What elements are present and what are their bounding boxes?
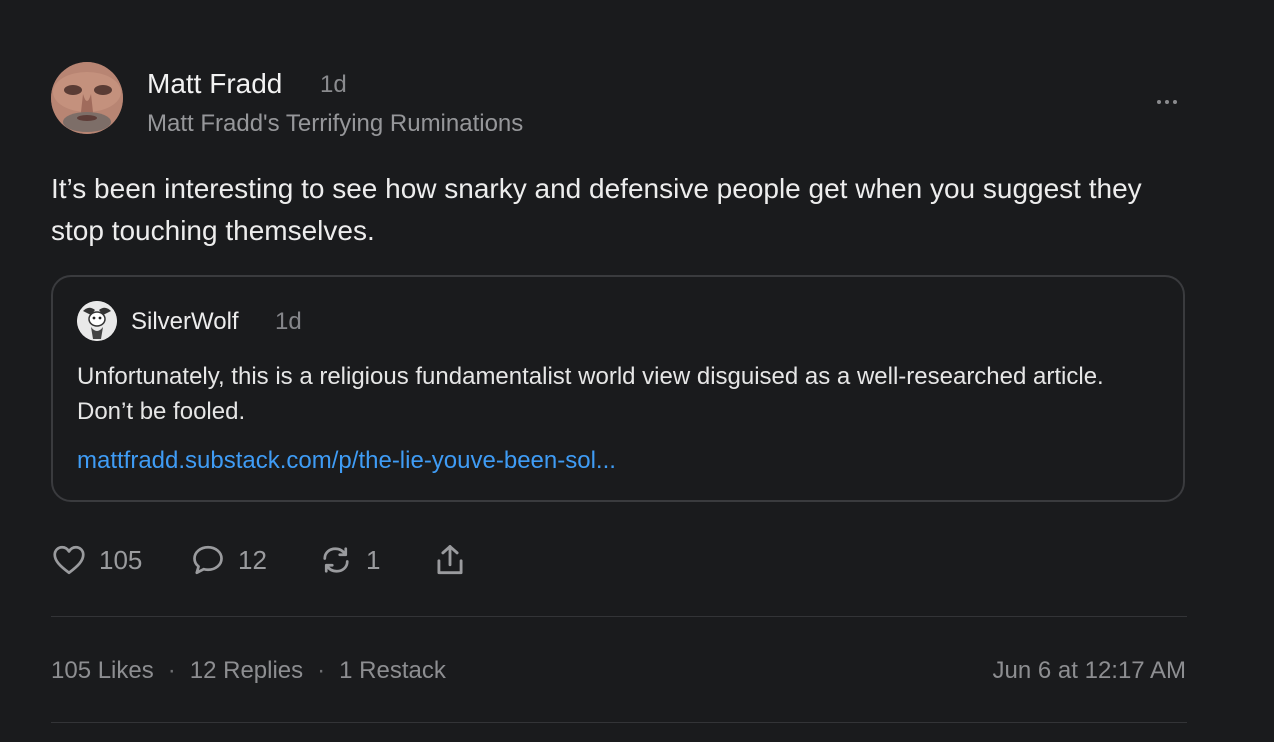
quote-author-avatar[interactable] [77,301,117,341]
likes-stat[interactable]: 105 Likes [51,654,154,688]
reply-count: 12 [238,544,267,575]
restacks-stat[interactable]: 1 Restack [339,654,446,688]
more-horizontal-icon-dot [1173,100,1177,104]
like-button[interactable]: 105 [51,540,142,580]
quote-article-link[interactable]: mattfradd.substack.com/p/the-lie-youve-b… [77,445,616,477]
stat-separator: · [167,657,176,684]
more-options-button[interactable] [1149,90,1185,114]
more-horizontal-icon-dot [1165,100,1169,104]
reply-button[interactable]: 12 [190,540,267,580]
share-button[interactable] [431,540,469,580]
publication-name[interactable]: Matt Fradd's Terrifying Ruminations [147,108,523,140]
share-icon [437,545,463,575]
comment-icon [193,545,223,575]
quote-author-name[interactable]: SilverWolf [131,307,239,337]
quote-time[interactable]: 1d [275,307,302,337]
restack-count: 1 [366,544,381,575]
divider [51,616,1187,617]
author-name[interactable]: Matt Fradd [147,66,282,102]
quote-body: Unfortunately, this is a religious funda… [77,363,1104,425]
engagement-stats: 105 Likes · 12 Replies · 1 Restack [51,654,446,688]
note-page: Matt Fradd 1d Matt Fradd's Terrifying Ru… [0,0,1274,742]
wolf-avatar-icon [77,301,117,341]
post-time[interactable]: 1d [320,70,347,100]
author-photo [51,62,123,134]
divider [51,722,1187,723]
author-avatar[interactable] [51,62,123,134]
post-body: It’s been interesting to see how snarky … [51,173,1142,246]
replies-stat[interactable]: 12 Replies [190,654,303,688]
more-horizontal-icon [1157,100,1161,104]
stat-separator: · [317,657,326,684]
restack-button[interactable]: 1 [318,540,380,580]
post-timestamp: Jun 6 at 12:17 AM [992,657,1186,684]
quoted-note-card[interactable]: SilverWolf 1d Unfortunately, this is a r… [51,275,1185,502]
heart-icon [53,545,85,575]
restack-icon [323,547,349,573]
like-count: 105 [99,544,143,575]
